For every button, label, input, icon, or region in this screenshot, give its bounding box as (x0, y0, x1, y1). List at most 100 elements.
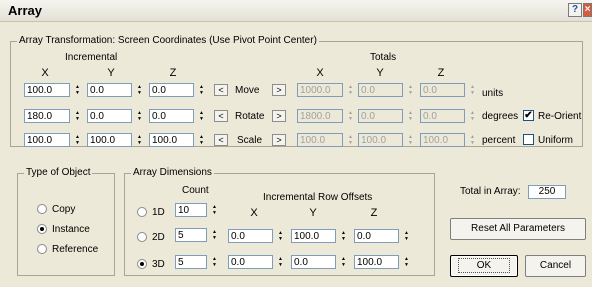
offset-2d-y-field[interactable] (291, 229, 336, 243)
dimension-2d-label: 2D (152, 232, 165, 243)
count-2d-spinner[interactable]: ▲▼ (175, 228, 219, 242)
offset-2d-x-field[interactable] (228, 229, 273, 243)
scale-total-y-field (358, 133, 403, 147)
close-button[interactable]: × (583, 3, 592, 17)
move-total-z-spinner: ▲▼ (420, 83, 477, 97)
spinner-arrows-icon[interactable]: ▲ ▼ (135, 134, 144, 146)
spinner-arrows-icon: ▲ ▼ (348, 84, 353, 96)
count-1d-spinner[interactable]: ▲▼ (175, 203, 219, 217)
move-incremental-y-spinner[interactable]: ▲▼ (87, 83, 144, 97)
spinner-arrows-icon[interactable]: ▲ ▼ (402, 230, 411, 242)
spinner-arrows-icon[interactable]: ▲ ▼ (73, 84, 82, 96)
count-1d-field[interactable] (175, 203, 207, 217)
rotate-total-x-spinner: ▲▼ (297, 109, 355, 123)
offset-2d-y-spinner[interactable]: ▲▼ (291, 229, 348, 243)
offset-3d-x-spinner[interactable]: ▲▼ (228, 255, 285, 269)
reset-all-parameters-button[interactable]: Reset All Parameters (450, 218, 586, 240)
spinner-arrows-icon[interactable]: ▲ ▼ (135, 110, 144, 122)
scale-incremental-z-field[interactable] (149, 133, 194, 147)
cancel-button[interactable]: Cancel (525, 255, 586, 277)
title-bar: Array ? × (0, 0, 592, 22)
scale-left-arrow-button[interactable]: < (214, 134, 228, 146)
spinner-arrows-icon[interactable]: ▲ ▼ (276, 256, 285, 268)
spinner-arrows-icon[interactable]: ▲ ▼ (210, 229, 219, 241)
move-left-arrow-button[interactable]: < (214, 84, 228, 96)
array-transformation-label: Array Transformation: Screen Coordinates… (17, 35, 319, 46)
rotate-unit-label: degrees (482, 111, 519, 122)
scale-incremental-x-field[interactable] (24, 133, 70, 147)
spinner-arrows-icon[interactable]: ▲ ▼ (197, 134, 206, 146)
move-incremental-z-field[interactable] (149, 83, 194, 97)
offset-3d-y-spinner[interactable]: ▲▼ (291, 255, 348, 269)
scale-total-z-field (420, 133, 465, 147)
spinner-arrows-icon[interactable]: ▲ ▼ (210, 204, 219, 216)
offset-3d-y-field[interactable] (291, 255, 336, 269)
dimension-1d-radio[interactable] (137, 207, 147, 217)
scale-label: Scale (237, 135, 263, 146)
reference-radio[interactable] (37, 244, 47, 254)
totals-label: Totals (370, 52, 397, 63)
rotate-incremental-z-spinner[interactable]: ▲▼ (149, 109, 206, 123)
spinner-arrows-icon: ▲ ▼ (408, 84, 413, 96)
spinner-arrows-icon: ▲ ▼ (348, 134, 353, 146)
spinner-arrows-icon[interactable]: ▲ ▼ (135, 84, 144, 96)
count-3d-spinner[interactable]: ▲▼ (175, 255, 219, 269)
dimension-2d-radio[interactable] (137, 232, 147, 242)
re-orient-label: Re-Orient (538, 111, 582, 122)
total-in-array-value: 250 (528, 185, 566, 199)
uniform-checkbox[interactable] (523, 134, 534, 145)
scale-right-arrow-button[interactable]: > (272, 134, 286, 146)
rotate-left-arrow-button[interactable]: < (214, 110, 228, 122)
re-orient-checkbox[interactable]: ✔ (523, 110, 534, 121)
count-2d-field[interactable] (175, 228, 207, 242)
offset-3d-x-field[interactable] (228, 255, 273, 269)
copy-radio[interactable] (37, 204, 47, 214)
spinner-arrows-icon[interactable]: ▲ ▼ (73, 110, 82, 122)
spinner-arrows-icon[interactable]: ▲ ▼ (276, 230, 285, 242)
spinner-arrows-icon[interactable]: ▲ ▼ (197, 84, 206, 96)
move-incremental-y-field[interactable] (87, 83, 132, 97)
offset-2d-z-spinner[interactable]: ▲▼ (354, 229, 411, 243)
spinner-arrows-icon[interactable]: ▲ ▼ (197, 110, 206, 122)
scale-incremental-y-spinner[interactable]: ▲▼ (87, 133, 144, 147)
move-incremental-x-spinner[interactable]: ▲▼ (24, 83, 82, 97)
scale-incremental-y-field[interactable] (87, 133, 132, 147)
move-total-y-field (358, 83, 403, 97)
rotate-incremental-x-field[interactable] (24, 109, 70, 123)
scale-incremental-z-spinner[interactable]: ▲▼ (149, 133, 206, 147)
move-total-x-spinner: ▲▼ (297, 83, 355, 97)
move-label: Move (235, 85, 260, 96)
help-button[interactable]: ? (568, 3, 582, 17)
move-right-arrow-button[interactable]: > (272, 84, 286, 96)
rotate-incremental-y-field[interactable] (87, 109, 132, 123)
move-incremental-z-spinner[interactable]: ▲▼ (149, 83, 206, 97)
offset-y-header: Y (309, 207, 317, 219)
offset-3d-z-field[interactable] (354, 255, 399, 269)
spinner-arrows-icon[interactable]: ▲ ▼ (402, 256, 411, 268)
spinner-arrows-icon: ▲ ▼ (470, 110, 475, 122)
ok-button[interactable]: OK (450, 255, 518, 277)
rotate-incremental-y-spinner[interactable]: ▲▼ (87, 109, 144, 123)
rotate-incremental-z-field[interactable] (149, 109, 194, 123)
offset-2d-x-spinner[interactable]: ▲▼ (228, 229, 285, 243)
offset-2d-z-field[interactable] (354, 229, 399, 243)
ok-label: OK (457, 258, 511, 273)
offset-x-header: X (250, 207, 258, 219)
spinner-arrows-icon[interactable]: ▲ ▼ (210, 256, 219, 268)
offset-3d-z-spinner[interactable]: ▲▼ (354, 255, 411, 269)
spinner-arrows-icon[interactable]: ▲ ▼ (73, 134, 82, 146)
move-incremental-x-field[interactable] (24, 83, 70, 97)
rotate-incremental-x-spinner[interactable]: ▲▼ (24, 109, 82, 123)
spinner-arrows-icon[interactable]: ▲ ▼ (339, 230, 348, 242)
dimension-3d-radio[interactable] (137, 259, 147, 269)
count-3d-field[interactable] (175, 255, 207, 269)
rotate-total-z-spinner: ▲▼ (420, 109, 477, 123)
rotate-right-arrow-button[interactable]: > (272, 110, 286, 122)
move-unit-label: units (482, 88, 504, 99)
instance-label: Instance (52, 224, 90, 235)
totals-z-header: Z (437, 67, 445, 79)
scale-incremental-x-spinner[interactable]: ▲▼ (24, 133, 82, 147)
type-of-object-label: Type of Object (24, 167, 93, 178)
instance-radio[interactable] (37, 224, 47, 234)
spinner-arrows-icon[interactable]: ▲ ▼ (339, 256, 348, 268)
